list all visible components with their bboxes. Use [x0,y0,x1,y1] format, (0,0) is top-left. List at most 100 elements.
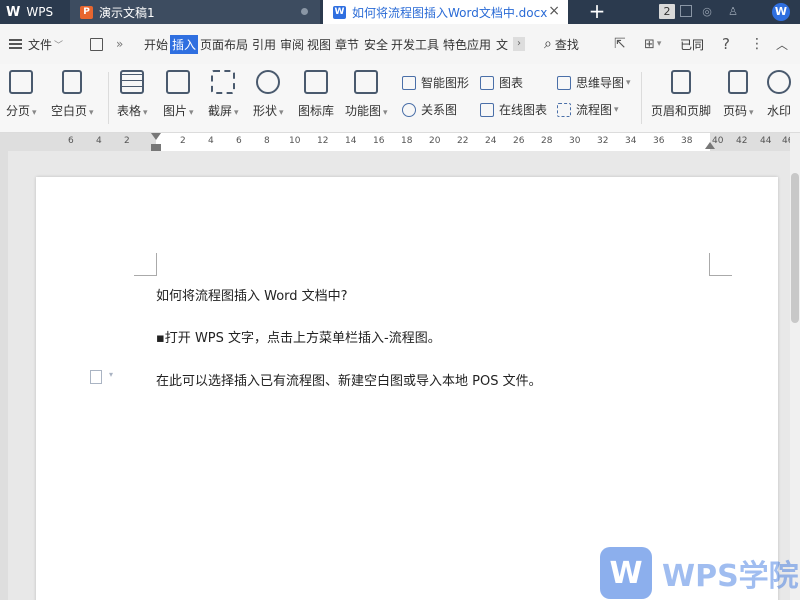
header-footer-icon [671,70,691,94]
smart-art-icon [402,75,416,90]
table-button[interactable]: 表格 ▾ [117,70,148,119]
menu-file[interactable]: 文件 ﹀ [28,24,63,64]
doc-paragraph-title[interactable]: 如何将流程图插入 Word 文档中? [156,285,348,304]
ruler-tick: 20 [429,136,441,146]
ribbon-insert: 分页 ▾ 空白页 ▾ 表格 ▾ 图片 ▾ 截屏 ▾ 形状 ▾ 图标库 功能图 ▾ 智能图形 关… [0,64,800,133]
menu-more-text[interactable]: 文 [496,24,508,64]
flowchart-button[interactable]: 流程图 ▾ [557,101,619,118]
tab-presentation-label: 演示文稿1 [99,5,155,20]
scrollbar-thumb[interactable] [791,173,799,323]
menu-references[interactable]: 引用 [252,24,276,64]
ruler-tick: 12 [317,136,329,146]
shapes-icon [256,70,281,94]
relation-chart-icon [402,102,416,117]
shapes-button[interactable]: 形状 ▾ [253,70,284,119]
paragraph-handle-icon[interactable] [90,370,102,384]
ruler-tick: 4 [96,136,102,146]
page-number-button[interactable]: 页码 ▾ [723,70,754,119]
watermark-text: WPS学院 [662,559,799,594]
left-indent-marker-icon[interactable] [151,144,161,151]
ruler-tick: 26 [513,136,525,146]
relation-chart-button[interactable]: 关系图 [402,101,457,118]
screenshot-button[interactable]: 截屏 ▾ [208,70,239,119]
menu-start[interactable]: 开始 [144,24,168,64]
menu-insert[interactable]: 插入 [170,24,199,64]
more-chevron-icon[interactable]: » [116,24,123,64]
smart-art-button[interactable]: 智能图形 [402,74,469,91]
account-avatar[interactable]: W [772,3,790,21]
more-options-button[interactable]: ⋮ [750,24,764,64]
document-canvas: 如何将流程图插入 Word 文档中? ▪打开 WPS 文字，点击上方菜单栏插入-… [8,151,790,600]
picture-icon [166,70,191,94]
document-file-icon: W [333,5,346,19]
window-icon[interactable] [680,5,692,17]
window-count-badge[interactable]: 2 [659,4,675,19]
picture-button[interactable]: 图片 ▾ [163,70,194,119]
ruler-tick: 36 [653,136,665,146]
menu-security[interactable]: 安全 [364,24,388,64]
header-footer-button[interactable]: 页眉和页脚 [651,70,711,119]
right-indent-marker-icon[interactable] [705,142,715,149]
save-icon[interactable] [90,24,103,64]
horizontal-ruler[interactable]: 6 4 2 2 4 6 8 10 12 14 16 18 20 22 24 26… [0,133,800,151]
ruler-tick: 38 [681,136,693,146]
tab-document-label: 如何将流程图插入Word文档中.docx [352,5,547,20]
ruler-tick: 16 [373,136,385,146]
function-chart-button[interactable]: 功能图 ▾ [345,70,388,119]
page-break-button[interactable]: 分页 ▾ [6,70,37,119]
close-tab-icon[interactable]: × [548,3,560,19]
menu-hamburger-icon[interactable] [9,24,22,64]
menu-view[interactable]: 视图 [307,24,331,64]
shirt-icon[interactable]: ♙ [726,5,740,19]
online-chart-icon [480,102,494,117]
tab-presentation[interactable]: P 演示文稿1 [70,0,320,24]
title-bar: W WPS P 演示文稿1 W 如何将流程图插入Word文档中.docx × +… [0,0,800,24]
watermark-button[interactable]: 水印 [767,70,791,119]
wps-academy-logo-icon: W [600,547,652,599]
skin-icon[interactable]: ◎ [700,5,714,19]
ribbon-divider [641,72,642,124]
ruler-tick: 34 [625,136,637,146]
online-chart-button[interactable]: 在线图表 [480,101,547,118]
chevron-down-icon[interactable]: ▾ [109,370,113,379]
icon-library-button[interactable]: 图标库 [298,70,334,119]
mind-map-button[interactable]: 思维导图 ▾ [557,74,631,91]
vertical-ruler[interactable] [0,151,8,600]
search-button[interactable]: ⌕ 查找 [544,24,579,64]
ruler-tick: 42 [736,136,748,146]
sync-status[interactable]: 已同 [680,24,704,64]
ruler-tick: 2 [124,136,130,146]
collapse-ribbon-icon[interactable]: ︿ [776,24,788,64]
tab-document[interactable]: W 如何将流程图插入Word文档中.docx × [323,0,568,24]
ruler-tick: 30 [569,136,581,146]
menu-special-apps[interactable]: 特色应用 [443,24,491,64]
search-icon: ⌕ [544,36,552,52]
ruler-tick: 8 [264,136,270,146]
menu-dev-tools[interactable]: 开发工具 [391,24,439,64]
help-button[interactable]: ? [722,24,730,64]
ruler-tick: 18 [401,136,413,146]
function-chart-icon [354,70,379,94]
mind-map-icon [557,75,571,90]
unsaved-dot-icon [301,8,308,15]
share-icon[interactable]: ⇱ [614,24,626,64]
vertical-scrollbar[interactable] [790,133,800,600]
menu-review[interactable]: 审阅 [280,24,304,64]
ruler-tick: 32 [597,136,609,146]
screenshot-icon [211,70,236,94]
new-tab-button[interactable]: + [586,0,608,24]
collab-icon[interactable]: ⊞ ▾ [644,24,661,64]
page-break-icon [9,70,34,94]
menu-chapter[interactable]: 章节 [335,24,359,64]
menu-scroll-right[interactable]: › [513,24,525,64]
wps-home-tab[interactable]: W WPS [0,0,68,24]
document-page[interactable]: 如何将流程图插入 Word 文档中? ▪打开 WPS 文字，点击上方菜单栏插入-… [36,177,778,600]
blank-page-icon [62,70,83,94]
doc-paragraph-step[interactable]: ▪打开 WPS 文字，点击上方菜单栏插入-流程图。 [156,327,441,346]
wps-home-label: WPS [26,5,54,19]
chart-button[interactable]: 图表 [480,74,523,91]
doc-paragraph-detail[interactable]: 在此可以选择插入已有流程图、新建空白图或导入本地 POS 文件。 [156,370,542,389]
menu-page-layout[interactable]: 页面布局 [200,24,248,64]
blank-page-button[interactable]: 空白页 ▾ [51,70,94,119]
first-indent-marker-icon[interactable] [151,133,161,140]
